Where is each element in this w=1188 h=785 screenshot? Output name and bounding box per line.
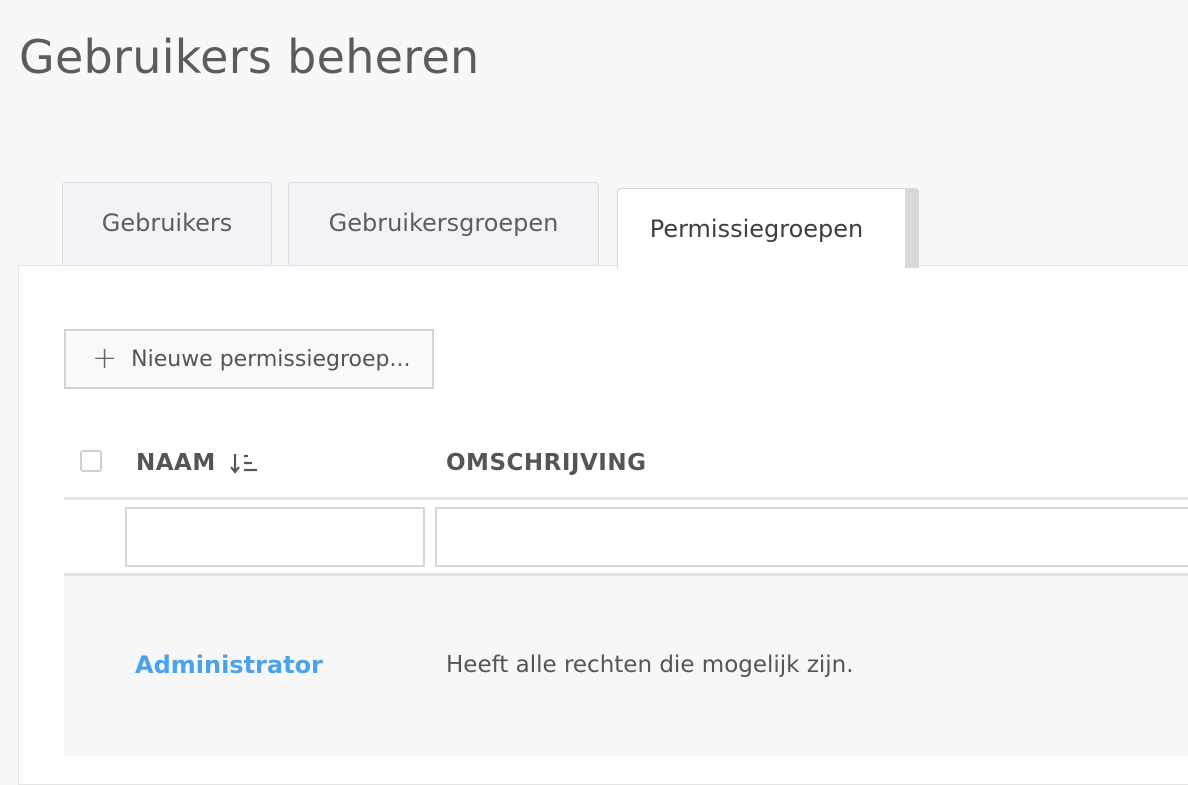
tab-label: Gebruikers (101, 208, 233, 237)
row-description: Heeft alle rechten die mogelijk zijn. (446, 652, 854, 678)
tab-gebruikersgroepen[interactable]: Gebruikersgroepen (288, 182, 599, 268)
new-button-label: Nieuwe permissiegroep... (131, 346, 411, 372)
omschrijving-filter-input[interactable] (435, 507, 1188, 567)
select-all-checkbox[interactable] (80, 450, 102, 472)
tab-permissiegroepen[interactable]: Permissiegroepen (617, 188, 919, 268)
page-title: Gebruikers beheren (19, 30, 480, 84)
plus-icon: + (92, 341, 118, 376)
sort-ascending-icon (229, 454, 257, 474)
row-name-link[interactable]: Administrator (135, 651, 323, 679)
table-row: Administrator Heeft alle rechten die mog… (64, 576, 1188, 756)
header-divider (64, 497, 1188, 500)
tab-gebruikers[interactable]: Gebruikers (62, 182, 272, 268)
column-header-naam[interactable]: NAAM (136, 450, 260, 476)
column-header-label: NAAM (136, 450, 216, 476)
tab-label: Gebruikersgroepen (328, 208, 559, 237)
tab-label: Permissiegroepen (649, 214, 864, 243)
column-header-omschrijving[interactable]: OMSCHRIJVING (446, 450, 646, 476)
new-permission-group-button[interactable]: + Nieuwe permissiegroep... (64, 329, 434, 389)
naam-filter-input[interactable] (125, 507, 425, 567)
